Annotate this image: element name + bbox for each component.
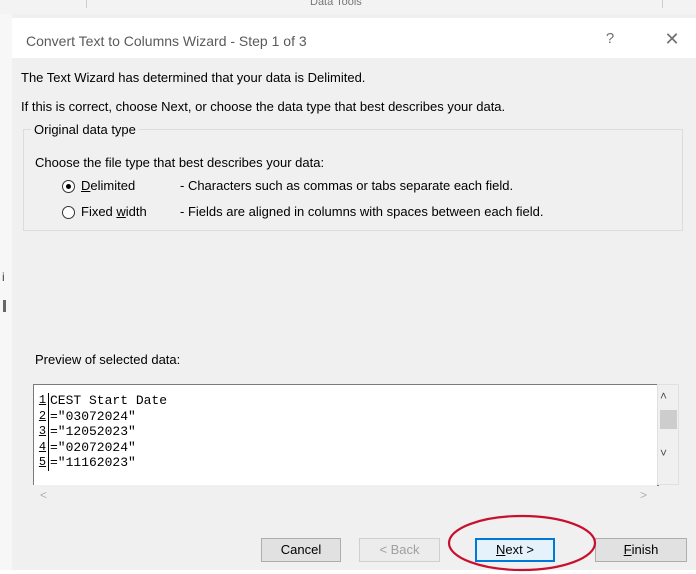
label-text: elimited xyxy=(90,178,136,193)
scroll-down-icon[interactable]: ˅ xyxy=(660,446,667,460)
ribbon-group-label: Data Tools xyxy=(310,0,362,8)
row-text: ="12052023" xyxy=(50,424,136,439)
cancel-button[interactable]: Cancel xyxy=(261,538,341,562)
finish-button[interactable]: Finish xyxy=(595,538,687,562)
intro-text: If this is correct, choose Next, or choo… xyxy=(21,99,506,114)
row-text: ="02072024" xyxy=(50,439,136,455)
radio-selected-dot xyxy=(66,184,71,189)
row-number: 3 xyxy=(37,424,49,440)
scroll-right-icon[interactable]: > xyxy=(640,488,647,502)
data-preview-pane[interactable]: 1 CEST Start Date 2 ="03072024" 3 ="1205202… xyxy=(33,384,659,486)
dialog-title: Convert Text to Columns Wizard - Step 1 … xyxy=(26,33,307,49)
accelerator-key: D xyxy=(81,178,91,193)
ribbon-separator xyxy=(86,0,87,8)
preview-row: 5 ="11162023" xyxy=(34,455,167,471)
scrollbar-thumb[interactable] xyxy=(660,410,677,429)
annotation-ellipse xyxy=(447,514,597,572)
horizontal-scrollbar[interactable] xyxy=(33,485,657,505)
accelerator-key: w xyxy=(116,204,126,219)
fixed-width-description: - Fields are aligned in columns with spa… xyxy=(180,204,544,219)
worksheet-cell-fragment: i xyxy=(2,270,5,284)
intro-text: The Text Wizard has determined that your… xyxy=(21,70,366,85)
preview-row: 3 ="12052023" xyxy=(34,424,167,440)
preview-label: Preview of selected data: xyxy=(35,352,181,367)
label-text: idth xyxy=(125,204,147,219)
scroll-left-icon[interactable]: < xyxy=(40,488,47,502)
delimited-description: - Characters such as commas or tabs sepa… xyxy=(180,178,514,193)
button-label: inish xyxy=(631,542,659,557)
group-title: Original data type xyxy=(31,122,139,137)
accelerator-key: F xyxy=(623,542,632,557)
worksheet-edge xyxy=(0,14,12,570)
delimited-radio[interactable] xyxy=(62,180,75,193)
preview-row: 2 ="03072024" xyxy=(34,408,167,424)
worksheet-cell-fragment xyxy=(3,300,6,312)
label-text: Fixed xyxy=(81,204,117,219)
help-button[interactable]: ? xyxy=(596,28,624,50)
scroll-up-icon[interactable]: ˄ xyxy=(660,389,667,403)
row-text: CEST Start Date xyxy=(50,393,168,408)
ribbon-separator xyxy=(662,0,663,8)
back-button[interactable]: < Back xyxy=(359,538,440,562)
file-type-prompt: Choose the file type that best describes… xyxy=(35,155,325,170)
preview-row: 4 ="02072024" xyxy=(34,439,167,455)
preview-row: 1 CEST Start Date xyxy=(34,393,167,409)
fixed-width-radio-label[interactable]: Fixed width xyxy=(81,204,147,219)
delimited-radio-label[interactable]: Delimited xyxy=(81,178,135,193)
row-number: 5 xyxy=(37,455,49,471)
preview-rows: 1 CEST Start Date 2 ="03072024" 3 ="1205202… xyxy=(34,393,167,471)
close-icon[interactable]: ✕ xyxy=(660,28,684,50)
row-number: 2 xyxy=(37,408,49,424)
row-number: 1 xyxy=(37,393,49,409)
row-text: ="11162023" xyxy=(50,455,136,470)
fixed-width-radio[interactable] xyxy=(62,206,75,219)
row-text: ="03072024" xyxy=(50,408,136,424)
row-number: 4 xyxy=(37,439,49,455)
